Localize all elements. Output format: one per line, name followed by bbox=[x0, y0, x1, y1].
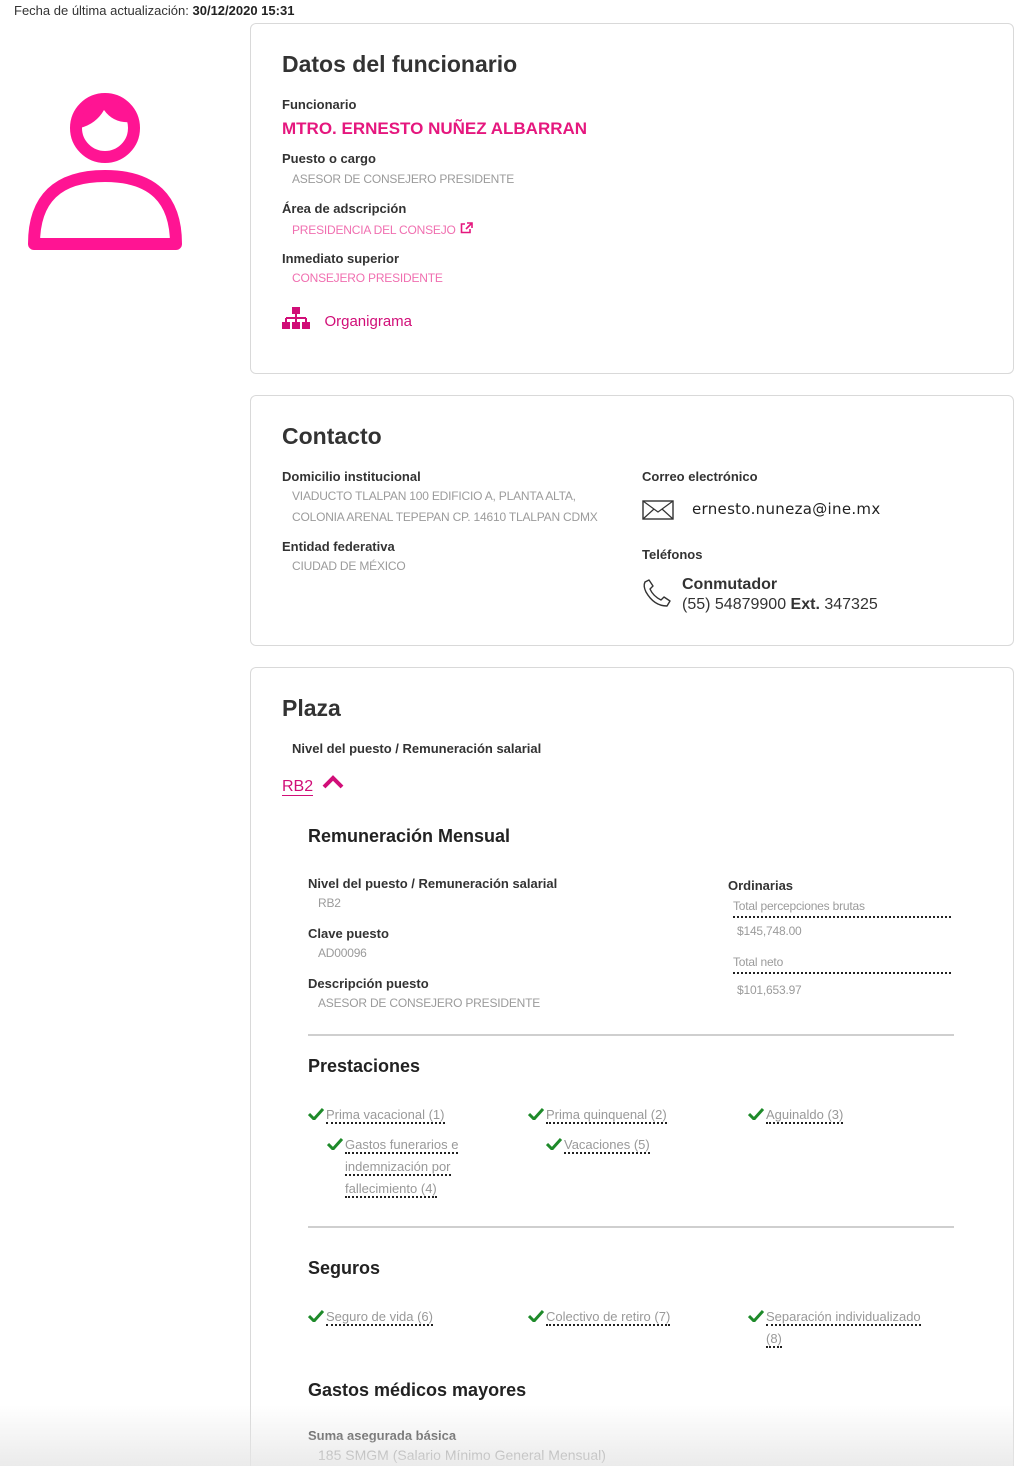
funcionario-label: Funcionario bbox=[282, 97, 357, 112]
prestacion-label-cont: indemnización por bbox=[345, 1156, 451, 1178]
seguro-item: Colectivo de retiro (7) bbox=[528, 1306, 671, 1328]
plaza-card: Plaza Nivel del puesto / Remuneración sa… bbox=[250, 667, 1014, 1466]
organigrama-label: Organigrama bbox=[324, 313, 412, 330]
datos-funcionario-card: Datos del funcionario Funcionario MTRO. … bbox=[250, 23, 1014, 374]
puesto-label: Puesto o cargo bbox=[282, 151, 376, 166]
domicilio-label: Domicilio institucional bbox=[282, 469, 421, 484]
entidad-label: Entidad federativa bbox=[282, 539, 395, 554]
seguro-label[interactable]: Colectivo de retiro (7) bbox=[546, 1309, 671, 1326]
ordinarias-label: Ordinarias bbox=[728, 878, 794, 893]
clave-value: AD00096 bbox=[318, 946, 367, 960]
entidad-value: CIUDAD DE MÉXICO bbox=[292, 559, 406, 573]
prestacion-label-cont: fallecimiento (4) bbox=[345, 1178, 437, 1200]
chevron-up-icon bbox=[322, 775, 343, 789]
check-icon bbox=[528, 1108, 544, 1120]
correo-label: Correo electrónico bbox=[642, 469, 758, 484]
plaza-title: Plaza bbox=[282, 695, 341, 721]
neto-value: $101,653.97 bbox=[737, 983, 802, 997]
prestacion-label[interactable]: fallecimiento (4) bbox=[345, 1181, 437, 1198]
clave-label: Clave puesto bbox=[308, 926, 389, 941]
divider-1 bbox=[308, 1034, 954, 1036]
mail-icon bbox=[642, 500, 674, 520]
check-icon bbox=[748, 1108, 764, 1120]
puesto-value: ASESOR DE CONSEJERO PRESIDENTE bbox=[292, 172, 515, 186]
divider-2 bbox=[308, 1226, 954, 1228]
prestacion-item: Aguinaldo (3) bbox=[748, 1104, 844, 1126]
neto-underline bbox=[733, 972, 951, 974]
domicilio-line2: COLONIA ARENAL TEPEPAN CP. 14610 TLALPAN… bbox=[292, 510, 598, 524]
nivel-header: Nivel del puesto / Remuneración salarial bbox=[292, 741, 542, 756]
datos-title: Datos del funcionario bbox=[282, 51, 518, 77]
prestacion-item: Prima vacacional (1) bbox=[308, 1104, 445, 1126]
prestacion-label[interactable]: Gastos funerarios e bbox=[345, 1137, 459, 1154]
ext-value: 347325 bbox=[824, 596, 878, 613]
superior-label: Inmediato superior bbox=[282, 251, 400, 266]
brutas-underline bbox=[733, 916, 951, 918]
descripcion-value: ASESOR DE CONSEJERO PRESIDENTE bbox=[318, 996, 541, 1010]
suma-label: Suma asegurada básica bbox=[308, 1428, 457, 1443]
area-link[interactable]: PRESIDENCIA DEL CONSEJO bbox=[292, 221, 473, 239]
prestacion-label[interactable]: Prima quinquenal (2) bbox=[546, 1107, 667, 1124]
ext-label: Ext. bbox=[790, 596, 820, 613]
suma-value: 185 SMGM (Salario Mínimo General Mensual… bbox=[318, 1447, 606, 1463]
check-icon bbox=[528, 1310, 544, 1322]
prestacion-label[interactable]: Prima vacacional (1) bbox=[326, 1107, 445, 1124]
seguro-label[interactable]: Separación individualizado bbox=[766, 1309, 921, 1326]
seguro-label-cont: (8) bbox=[766, 1328, 782, 1350]
brutas-label[interactable]: Total percepciones brutas bbox=[733, 899, 865, 913]
check-icon bbox=[308, 1108, 324, 1120]
brutas-value: $145,748.00 bbox=[737, 924, 802, 938]
prestacion-item: Vacaciones (5) bbox=[546, 1134, 650, 1156]
prestacion-label[interactable]: Vacaciones (5) bbox=[564, 1137, 650, 1154]
neto-label[interactable]: Total neto bbox=[733, 955, 783, 969]
area-label: Área de adscripción bbox=[282, 201, 407, 216]
external-link-icon bbox=[460, 222, 473, 234]
seguros-title: Seguros bbox=[308, 1258, 381, 1278]
organigrama-link[interactable]: Organigrama bbox=[282, 306, 412, 332]
correo-value[interactable]: ernesto.nuneza@ine.mx bbox=[692, 500, 881, 518]
check-icon bbox=[327, 1138, 343, 1150]
superior-value[interactable]: CONSEJERO PRESIDENTE bbox=[292, 271, 443, 285]
prestacion-item: Prima quinquenal (2) bbox=[528, 1104, 667, 1126]
seguro-label[interactable]: (8) bbox=[766, 1331, 782, 1348]
level-link: RB2 bbox=[282, 778, 314, 796]
seguro-label[interactable]: Seguro de vida (6) bbox=[326, 1309, 433, 1326]
contacto-card: Contacto Domicilio institucional VIADUCT… bbox=[250, 395, 1014, 646]
check-icon bbox=[546, 1138, 562, 1150]
telefonos-label: Teléfonos bbox=[642, 547, 703, 562]
phone-line: (55) 54879900 Ext. 347325 bbox=[682, 596, 878, 614]
last-update-label: Fecha de última actualización: bbox=[14, 3, 189, 18]
prestacion-label[interactable]: Aguinaldo (3) bbox=[766, 1107, 844, 1124]
last-update-value: 30/12/2020 15:31 bbox=[192, 3, 295, 18]
nivel-value: RB2 bbox=[318, 896, 341, 910]
prestacion-label[interactable]: indemnización por bbox=[345, 1159, 451, 1176]
conmutador-label: Conmutador bbox=[682, 576, 778, 593]
seguro-item: Separación individualizado bbox=[748, 1306, 921, 1328]
contacto-title: Contacto bbox=[282, 423, 382, 449]
prestaciones-title: Prestaciones bbox=[308, 1056, 421, 1076]
gmm-title: Gastos médicos mayores bbox=[308, 1380, 527, 1400]
phone-number[interactable]: (55) 54879900 bbox=[682, 596, 786, 613]
area-value: PRESIDENCIA DEL CONSEJO bbox=[292, 223, 456, 237]
phone-icon bbox=[643, 579, 671, 607]
last-update: Fecha de última actualización: 30/12/202… bbox=[14, 3, 294, 18]
seguro-item: Seguro de vida (6) bbox=[308, 1306, 433, 1328]
remuneracion-title: Remuneración Mensual bbox=[308, 826, 511, 846]
descripcion-label: Descripción puesto bbox=[308, 976, 429, 991]
nivel-label: Nivel del puesto / Remuneración salarial bbox=[308, 876, 558, 891]
funcionario-name: MTRO. ERNESTO NUÑEZ ALBARRAN bbox=[282, 119, 588, 138]
user-avatar-icon bbox=[28, 93, 182, 250]
domicilio-line1: VIADUCTO TLALPAN 100 EDIFICIO A, PLANTA … bbox=[292, 489, 576, 503]
org-chart-icon bbox=[282, 307, 310, 329]
level-toggle[interactable]: RB2 bbox=[282, 775, 344, 796]
prestacion-item: Gastos funerarios e bbox=[327, 1134, 459, 1156]
check-icon bbox=[308, 1310, 324, 1322]
check-icon bbox=[748, 1310, 764, 1322]
